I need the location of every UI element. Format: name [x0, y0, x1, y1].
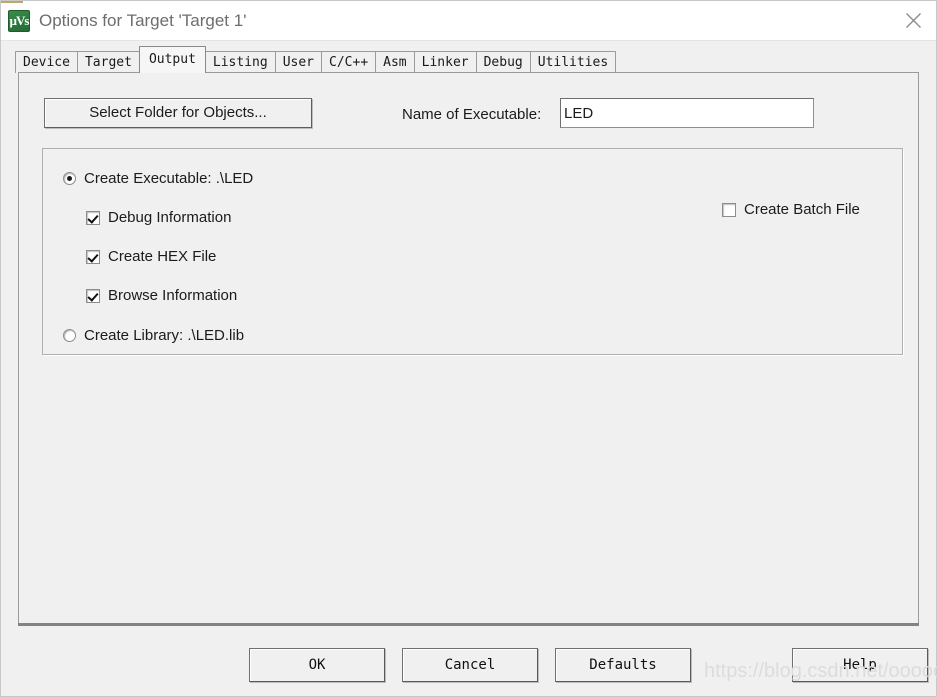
checkbox-indicator: [722, 202, 736, 217]
tab-asm[interactable]: Asm: [375, 51, 415, 73]
ok-button[interactable]: OK: [249, 648, 385, 682]
tab-listing[interactable]: Listing: [204, 51, 276, 73]
tab-c-cpp[interactable]: C/C++: [321, 51, 377, 73]
browse-information-checkbox[interactable]: Browse Information: [86, 287, 237, 304]
keil-uvision-icon-glyph: µVs: [9, 12, 30, 28]
name-of-executable-input[interactable]: [560, 98, 814, 128]
output-tab-panel: Select Folder for Objects... Name of Exe…: [18, 72, 919, 626]
select-folder-for-objects-button[interactable]: Select Folder for Objects...: [44, 98, 312, 128]
checkbox-indicator: [86, 249, 100, 264]
tab-user[interactable]: User: [274, 51, 323, 73]
help-button[interactable]: Help: [792, 648, 928, 682]
radio-indicator: [63, 329, 76, 342]
keil-uvision-icon: µVs: [8, 9, 30, 32]
title-accent-stripe: [1, 1, 23, 3]
create-batch-file-checkbox[interactable]: Create Batch File: [722, 201, 860, 218]
dialog-footer: OK Cancel Defaults Help: [1, 624, 936, 696]
create-hex-file-checkbox[interactable]: Create HEX File: [86, 248, 216, 265]
options-dialog: µVs Options for Target 'Target 1' Device…: [0, 0, 937, 697]
close-icon: [905, 12, 922, 29]
tab-output[interactable]: Output: [138, 46, 206, 73]
create-hex-file-label: Create HEX File: [108, 248, 217, 265]
checkbox-indicator: [86, 288, 100, 303]
title-bar: µVs Options for Target 'Target 1': [1, 1, 936, 41]
close-button[interactable]: [890, 1, 936, 39]
output-options-group: Create Executable: .\LED Debug Informati…: [42, 148, 903, 355]
window-title: Options for Target 'Target 1': [39, 10, 247, 30]
radio-indicator: [63, 172, 76, 185]
tab-linker[interactable]: Linker: [413, 51, 477, 73]
debug-information-label: Debug Information: [108, 209, 232, 226]
tab-device[interactable]: Device: [15, 51, 78, 73]
create-batch-file-label: Create Batch File: [744, 201, 860, 218]
debug-information-checkbox[interactable]: Debug Information: [86, 209, 231, 226]
create-executable-label: Create Executable: .\LED: [84, 170, 254, 187]
create-library-label: Create Library: .\LED.lib: [84, 327, 245, 344]
create-executable-radio[interactable]: Create Executable: .\LED: [63, 170, 253, 187]
tab-strip: Device Target Output Listing User C/C++ …: [1, 41, 936, 73]
create-library-radio[interactable]: Create Library: .\LED.lib: [63, 327, 244, 344]
tab-target[interactable]: Target: [76, 51, 140, 73]
tab-debug[interactable]: Debug: [475, 51, 531, 73]
tab-utilities[interactable]: Utilities: [529, 51, 617, 73]
name-of-executable-label: Name of Executable:: [402, 106, 542, 123]
cancel-button[interactable]: Cancel: [402, 648, 538, 682]
browse-information-label: Browse Information: [108, 287, 238, 304]
checkbox-indicator: [86, 210, 100, 225]
defaults-button[interactable]: Defaults: [555, 648, 691, 682]
